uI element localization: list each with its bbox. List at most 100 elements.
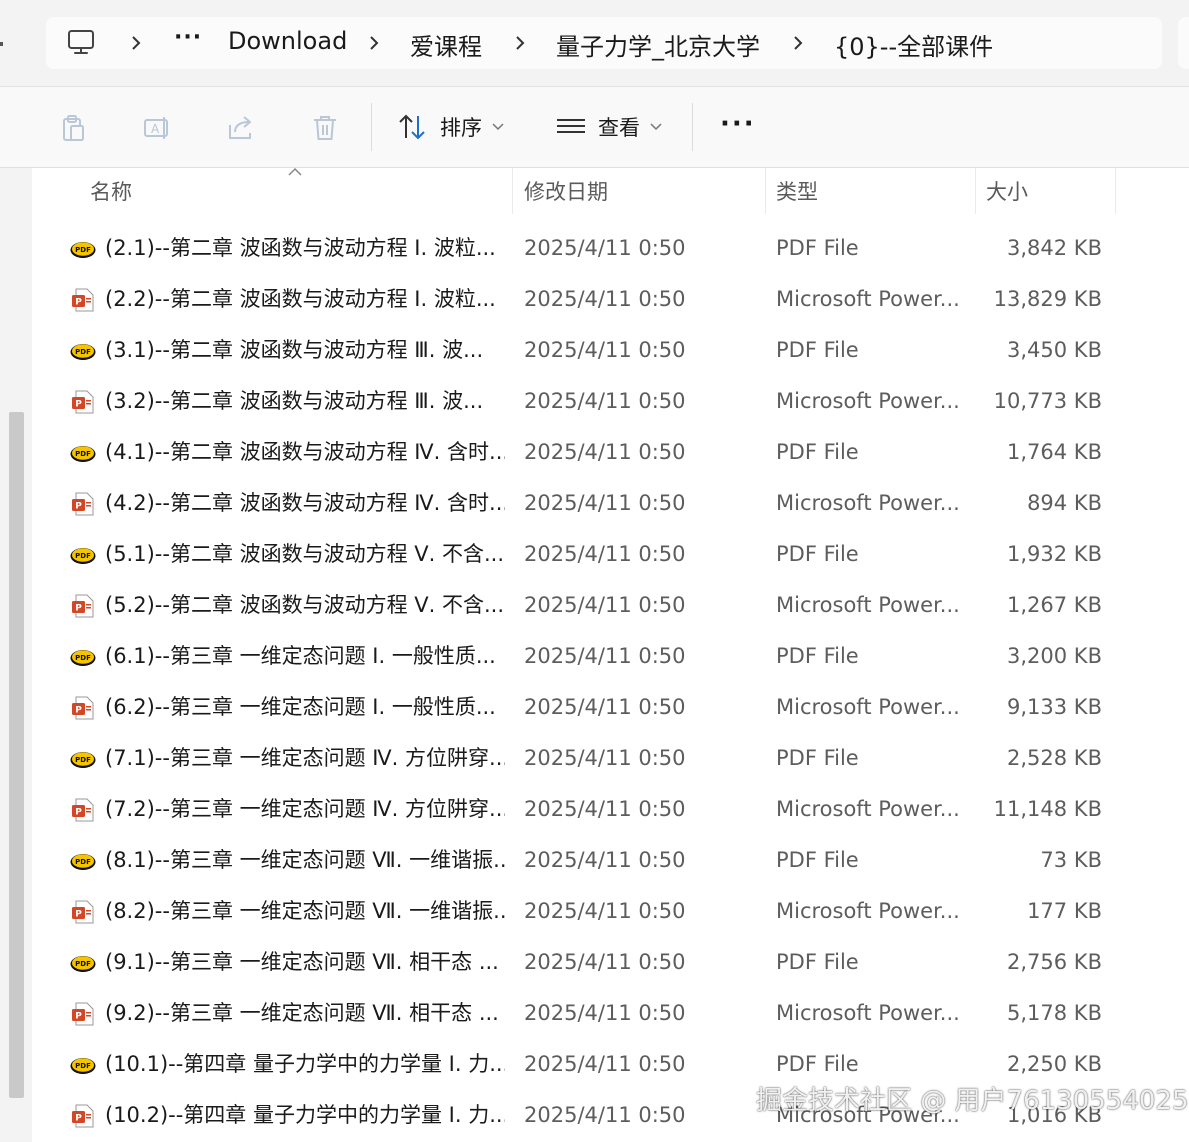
powerpoint-file-icon: P (72, 390, 94, 414)
file-row[interactable]: P (7.2)--第三章 一维定态问题 Ⅳ. 方位阱穿... 2025/4/11 0… (32, 784, 1189, 835)
column-header-type-label: 类型 (776, 180, 818, 204)
file-name[interactable]: (10.1)--第四章 量子力学中的力学量 Ⅰ. 力... (105, 1039, 505, 1090)
share-icon[interactable] (226, 113, 256, 143)
file-modified-date: 2025/4/11 0:50 (524, 593, 686, 617)
this-pc-icon[interactable] (66, 27, 96, 57)
file-type: Microsoft Power... (776, 797, 960, 821)
file-name[interactable]: (5.2)--第二章 波函数与波动方程 Ⅴ. 不含... (105, 580, 505, 631)
sort-icon (399, 114, 425, 140)
file-name[interactable]: (2.1)--第二章 波函数与波动方程 Ⅰ. 波粒... (105, 223, 505, 274)
file-type: Microsoft Power... (776, 593, 960, 617)
file-row[interactable]: PDF (7.1)--第三章 一维定态问题 Ⅳ. 方位阱穿... 2025/4/11… (32, 733, 1189, 784)
column-header-name-label: 名称 (90, 180, 132, 204)
view-button[interactable]: 查看 (556, 107, 662, 147)
file-type: Microsoft Power... (776, 695, 960, 719)
view-icon (557, 119, 585, 133)
column-header-date[interactable]: 修改日期 (524, 168, 764, 214)
breadcrumb-download[interactable]: Download (228, 27, 347, 55)
column-divider[interactable] (1115, 168, 1116, 214)
file-name[interactable]: (6.2)--第三章 一维定态问题 Ⅰ. 一般性质... (105, 682, 505, 733)
file-row[interactable]: P (6.2)--第三章 一维定态问题 Ⅰ. 一般性质... 2025/4/11 0… (32, 682, 1189, 733)
toolbar-divider (692, 103, 693, 151)
file-size: 11,148 KB (993, 797, 1102, 821)
file-name[interactable]: (3.1)--第二章 波函数与波动方程 Ⅲ. 波... (105, 325, 505, 376)
breadcrumb-quantum-pku[interactable]: 量子力学_北京大学 (556, 27, 760, 62)
column-header-size[interactable]: 大小 (986, 168, 1116, 214)
file-row[interactable]: P (4.2)--第二章 波函数与波动方程 Ⅳ. 含时... 2025/4/11 0… (32, 478, 1189, 529)
file-name[interactable]: (6.1)--第三章 一维定态问题 Ⅰ. 一般性质... (105, 631, 505, 682)
file-row[interactable]: PDF (3.1)--第二章 波函数与波动方程 Ⅲ. 波... 2025/4/11 … (32, 325, 1189, 376)
column-divider[interactable] (765, 168, 766, 214)
svg-text:PDF: PDF (75, 654, 91, 662)
column-header-type[interactable]: 类型 (776, 168, 966, 214)
file-size: 2,756 KB (1007, 950, 1102, 974)
chevron-right-icon[interactable] (510, 33, 530, 53)
navigation-scrollbar[interactable] (9, 412, 24, 1098)
file-row[interactable]: PDF (8.1)--第三章 一维定态问题 Ⅶ. 一维谐振... 2025/4/11… (32, 835, 1189, 886)
address-bar-region: ··· Download 爱课程 量子力学_北京大学 {0}--全部课件 (0, 0, 1189, 87)
svg-text:PDF: PDF (75, 348, 91, 356)
file-modified-date: 2025/4/11 0:50 (524, 950, 686, 974)
file-name[interactable]: (2.2)--第二章 波函数与波动方程 Ⅰ. 波粒... (105, 274, 505, 325)
file-row[interactable]: P (5.2)--第二章 波函数与波动方程 Ⅴ. 不含... 2025/4/11 0… (32, 580, 1189, 631)
paste-icon[interactable] (58, 113, 88, 143)
address-bar[interactable]: ··· Download 爱课程 量子力学_北京大学 {0}--全部课件 (46, 17, 1162, 69)
chevron-right-icon[interactable] (788, 33, 808, 53)
file-explorer-window: ··· Download 爱课程 量子力学_北京大学 {0}--全部课件 A 排… (0, 0, 1189, 1142)
file-row[interactable]: PDF (9.1)--第三章 一维定态问题 Ⅶ. 相干态 ... 2025/4/11… (32, 937, 1189, 988)
column-divider[interactable] (512, 168, 513, 214)
file-name[interactable]: (5.1)--第二章 波函数与波动方程 Ⅴ. 不含... (105, 529, 505, 580)
file-name[interactable]: (9.2)--第三章 一维定态问题 Ⅶ. 相干态 ... (105, 988, 505, 1039)
file-row[interactable]: P (3.2)--第二章 波函数与波动方程 Ⅲ. 波... 2025/4/11 0:… (32, 376, 1189, 427)
svg-text:P: P (75, 1012, 82, 1022)
column-divider[interactable] (975, 168, 976, 214)
breadcrumb-all-courseware[interactable]: {0}--全部课件 (834, 27, 993, 62)
file-row[interactable]: P (8.2)--第三章 一维定态问题 Ⅶ. 一维谐振... 2025/4/11 0… (32, 886, 1189, 937)
chevron-right-icon[interactable] (364, 33, 384, 53)
file-row[interactable]: PDF (2.1)--第二章 波函数与波动方程 Ⅰ. 波粒... 2025/4/11… (32, 223, 1189, 274)
file-name[interactable]: (8.1)--第三章 一维定态问题 Ⅶ. 一维谐振... (105, 835, 505, 886)
file-name[interactable]: (3.2)--第二章 波函数与波动方程 Ⅲ. 波... (105, 376, 505, 427)
file-row[interactable]: P (2.2)--第二章 波函数与波动方程 Ⅰ. 波粒... 2025/4/11 0… (32, 274, 1189, 325)
file-row[interactable]: PDF (4.1)--第二章 波函数与波动方程 Ⅳ. 含时... 2025/4/11… (32, 427, 1189, 478)
file-type: Microsoft Power... (776, 389, 960, 413)
breadcrumb-overflow[interactable]: ··· (174, 25, 202, 50)
svg-text:P: P (75, 910, 82, 920)
sort-button[interactable]: 排序 (398, 107, 504, 147)
file-name[interactable]: (10.2)--第四章 量子力学中的力学量 Ⅰ. 力... (105, 1090, 505, 1141)
file-name[interactable]: (4.1)--第二章 波函数与波动方程 Ⅳ. 含时... (105, 427, 505, 478)
breadcrumb-aikecheng[interactable]: 爱课程 (410, 27, 482, 62)
column-header-name[interactable]: 名称 (90, 168, 510, 214)
svg-text:PDF: PDF (75, 1062, 91, 1070)
file-modified-date: 2025/4/11 0:50 (524, 389, 686, 413)
watermark-text: 掘金技术社区 @ 用户761305540255 (756, 1086, 1189, 1116)
chevron-right-icon[interactable] (126, 33, 146, 53)
file-type: PDF File (776, 746, 859, 770)
file-name[interactable]: (8.2)--第三章 一维定态问题 Ⅶ. 一维谐振... (105, 886, 505, 937)
search-box-edge[interactable] (1178, 17, 1189, 69)
file-name[interactable]: (9.1)--第三章 一维定态问题 Ⅶ. 相干态 ... (105, 937, 505, 988)
powerpoint-file-icon: P (72, 492, 94, 516)
file-name[interactable]: (4.2)--第二章 波函数与波动方程 Ⅳ. 含时... (105, 478, 505, 529)
svg-text:PDF: PDF (75, 246, 91, 254)
file-row[interactable]: PDF (6.1)--第三章 一维定态问题 Ⅰ. 一般性质... 2025/4/11… (32, 631, 1189, 682)
rename-icon[interactable]: A (142, 113, 172, 143)
file-row[interactable]: PDF (5.1)--第二章 波函数与波动方程 Ⅴ. 不含... 2025/4/11… (32, 529, 1189, 580)
file-name[interactable]: (7.1)--第三章 一维定态问题 Ⅳ. 方位阱穿... (105, 733, 505, 784)
delete-icon[interactable] (310, 113, 340, 143)
file-modified-date: 2025/4/11 0:50 (524, 899, 686, 923)
pdf-file-icon: PDF (70, 650, 96, 666)
file-modified-date: 2025/4/11 0:50 (524, 746, 686, 770)
file-type: Microsoft Power... (776, 1001, 960, 1025)
file-row[interactable]: P (9.2)--第三章 一维定态问题 Ⅶ. 相干态 ... 2025/4/11 0… (32, 988, 1189, 1039)
svg-text:P: P (75, 706, 82, 716)
svg-text:PDF: PDF (75, 450, 91, 458)
command-bar: A 排序 查看 ··· (0, 87, 1189, 168)
pdf-file-icon: PDF (70, 854, 96, 870)
file-name[interactable]: (7.2)--第三章 一维定态问题 Ⅳ. 方位阱穿... (105, 784, 505, 835)
file-size: 13,829 KB (993, 287, 1102, 311)
file-size: 1,932 KB (1007, 542, 1102, 566)
file-type: Microsoft Power... (776, 899, 960, 923)
more-options-button[interactable]: ··· (720, 109, 756, 139)
pdf-file-icon: PDF (70, 344, 96, 360)
